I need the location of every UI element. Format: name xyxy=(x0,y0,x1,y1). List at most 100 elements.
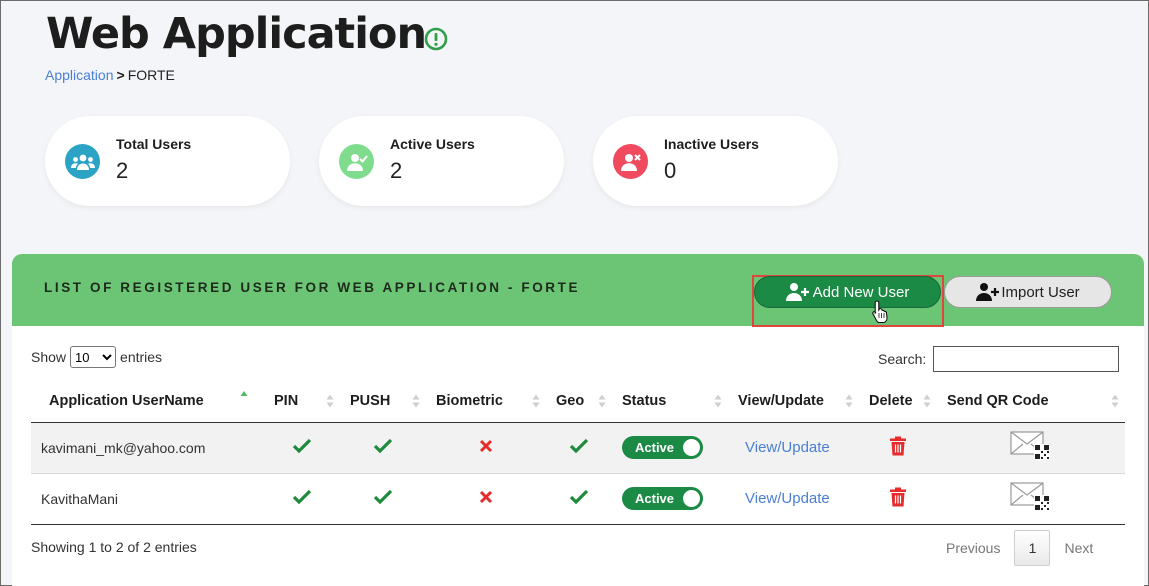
col-header-geo[interactable]: Geo xyxy=(546,380,612,423)
sort-icon xyxy=(412,394,420,408)
stat-value: 2 xyxy=(390,158,403,183)
info-icon[interactable] xyxy=(424,27,448,51)
cell-status: Active xyxy=(612,473,728,524)
check-icon xyxy=(292,489,312,505)
cross-icon xyxy=(479,439,493,453)
col-label: Biometric xyxy=(436,392,503,409)
table-row: KavithaMani Active View/Update xyxy=(31,473,1125,524)
breadcrumb: Application > FORTE xyxy=(45,67,175,83)
status-toggle-label: Active xyxy=(635,491,675,506)
view-update-link[interactable]: View/Update xyxy=(745,490,830,507)
trash-icon[interactable] xyxy=(889,436,907,456)
panel-header: LIST OF REGISTERED USER FOR WEB APPLICAT… xyxy=(12,254,1144,327)
cell-view-update: View/Update xyxy=(728,422,859,473)
import-user-button[interactable]: Import User xyxy=(944,276,1112,308)
stat-label: Total Users xyxy=(116,136,192,152)
add-new-user-label: Add New User xyxy=(812,283,910,301)
hand-cursor-icon xyxy=(872,300,888,323)
users-icon xyxy=(65,144,100,179)
sort-icon xyxy=(1111,394,1119,408)
cell-send-qr xyxy=(937,422,1125,473)
add-user-icon xyxy=(785,283,809,301)
show-label: Show xyxy=(31,349,67,365)
users-panel: LIST OF REGISTERED USER FOR WEB APPLICAT… xyxy=(12,254,1144,586)
cell-biometric xyxy=(426,473,546,524)
col-label: Delete xyxy=(869,392,913,409)
pagination-previous[interactable]: Previous xyxy=(932,540,1014,556)
entries-label: entries xyxy=(120,349,163,365)
page-size-select[interactable]: 10 xyxy=(70,346,117,368)
col-header-push[interactable]: PUSH xyxy=(340,380,426,423)
cell-send-qr xyxy=(937,473,1125,524)
stat-value: 2 xyxy=(116,158,129,183)
sort-icon xyxy=(845,394,853,408)
col-header-send-qr[interactable]: Send QR Code xyxy=(937,380,1125,423)
col-label: Send QR Code xyxy=(947,392,1049,409)
check-icon xyxy=(373,489,393,505)
col-label: Application UserName xyxy=(49,392,204,409)
qr-mail-icon[interactable] xyxy=(1010,430,1052,462)
status-toggle-label: Active xyxy=(635,440,675,455)
status-toggle[interactable]: Active xyxy=(622,436,703,459)
cell-delete xyxy=(859,473,937,524)
col-header-username[interactable]: Application UserName xyxy=(31,380,264,423)
col-label: Status xyxy=(622,392,667,409)
view-update-link[interactable]: View/Update xyxy=(745,439,830,456)
cell-geo xyxy=(546,422,612,473)
search-input[interactable] xyxy=(933,346,1120,372)
col-label: Geo xyxy=(556,392,585,409)
toggle-knob xyxy=(683,490,700,507)
sort-icon xyxy=(714,394,722,408)
sort-icon xyxy=(923,394,931,408)
stat-label: Active Users xyxy=(390,136,475,152)
col-header-view-update[interactable]: View/Update xyxy=(728,380,859,423)
pagination: Previous 1 Next xyxy=(932,530,1107,566)
col-header-biometric[interactable]: Biometric xyxy=(426,380,546,423)
user-x-icon xyxy=(613,144,648,179)
col-header-status[interactable]: Status xyxy=(612,380,728,423)
col-header-delete[interactable]: Delete xyxy=(859,380,937,423)
table-row: kavimani_mk@yahoo.com Active View/Update xyxy=(31,422,1125,473)
col-label: PIN xyxy=(274,392,299,409)
sort-icon xyxy=(326,394,334,408)
pagination-page[interactable]: 1 xyxy=(1014,530,1051,566)
qr-mail-icon[interactable] xyxy=(1010,481,1052,513)
panel-title: LIST OF REGISTERED USER FOR WEB APPLICAT… xyxy=(44,280,581,295)
sort-asc-icon xyxy=(240,391,248,396)
stat-label: Inactive Users xyxy=(664,136,759,152)
check-icon xyxy=(569,489,589,505)
cell-pin xyxy=(264,422,340,473)
pagination-next[interactable]: Next xyxy=(1050,540,1107,556)
toggle-knob xyxy=(683,439,700,456)
check-icon xyxy=(373,438,393,454)
cell-pin xyxy=(264,473,340,524)
stat-card-active-users: Active Users 2 xyxy=(319,116,564,206)
breadcrumb-current: FORTE xyxy=(127,67,175,83)
cell-push xyxy=(340,422,426,473)
show-entries: Show 10 entries xyxy=(31,346,162,368)
stat-card-total-users: Total Users 2 xyxy=(45,116,290,206)
breadcrumb-application-link[interactable]: Application xyxy=(45,67,114,83)
cell-delete xyxy=(859,422,937,473)
table-info: Showing 1 to 2 of 2 entries xyxy=(31,539,197,555)
cell-status: Active xyxy=(612,422,728,473)
stat-card-inactive-users: Inactive Users 0 xyxy=(593,116,838,206)
check-icon xyxy=(569,438,589,454)
trash-icon[interactable] xyxy=(889,487,907,507)
cell-username: kavimani_mk@yahoo.com xyxy=(31,422,264,473)
status-toggle[interactable]: Active xyxy=(622,487,703,510)
cross-icon xyxy=(479,490,493,504)
users-table: Application UserName PIN PUSH Biometric … xyxy=(31,380,1125,525)
cell-geo xyxy=(546,473,612,524)
user-check-icon xyxy=(339,144,374,179)
col-header-pin[interactable]: PIN xyxy=(264,380,340,423)
add-user-icon xyxy=(976,283,1000,301)
col-label: PUSH xyxy=(350,392,391,409)
check-icon xyxy=(292,438,312,454)
cell-view-update: View/Update xyxy=(728,473,859,524)
page-title: Web Application xyxy=(46,9,427,59)
col-label: View/Update xyxy=(738,392,824,409)
search-label: Search: xyxy=(878,351,927,367)
stat-value: 0 xyxy=(664,158,677,183)
add-new-user-button[interactable]: Add New User xyxy=(754,276,941,308)
